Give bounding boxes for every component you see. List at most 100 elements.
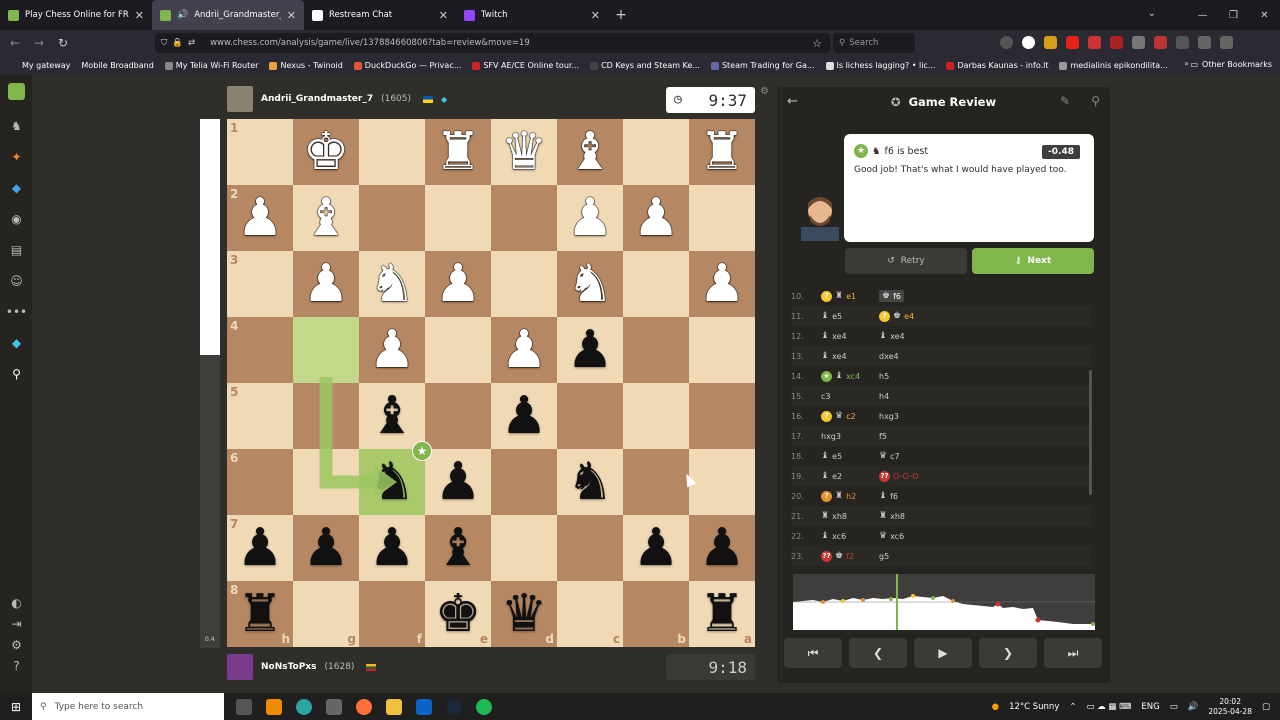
close-icon[interactable]: ✕ [439,9,448,22]
analysis-search-icon[interactable]: ⚲ [1091,94,1100,108]
watch-icon[interactable]: ◉ [8,210,25,227]
board-square[interactable]: ♟ [425,251,491,317]
black-move[interactable]: ♛ c7 [879,451,900,461]
puzzles-icon[interactable]: ✦ [8,148,25,165]
previous-move-button[interactable]: ❮ [849,638,907,668]
black-pawn-icon[interactable]: ♟ [359,515,425,581]
black-queen-icon[interactable]: ♛ [491,581,557,647]
move-list-scrollbar[interactable] [1089,370,1092,495]
board-square[interactable]: ♜ [689,119,755,185]
first-move-button[interactable]: ⏮ [784,638,842,668]
black-move[interactable]: hxg3 [879,412,899,421]
social-icon[interactable]: ☺ [8,272,25,289]
white-move[interactable]: ♝ xe4 [821,351,847,361]
board-square[interactable]: 3 [227,251,293,317]
edge-icon[interactable] [296,698,312,715]
white-rook-icon[interactable]: ♜ [425,119,491,185]
more-icon[interactable]: ••• [6,303,27,320]
board-square[interactable]: ♞ [557,251,623,317]
next-move-button[interactable]: ❯ [979,638,1037,668]
browser-search-box[interactable]: ⚲ Search [833,33,915,53]
windows-start-icon[interactable]: ⊞ [0,700,32,714]
bookmark-item[interactable]: DuckDuckGo — Privac... [353,61,461,70]
board-square[interactable]: 5 [227,383,293,449]
black-move[interactable]: ♚ f6 [879,290,904,302]
board-square[interactable]: 2 ♟ [227,185,293,251]
white-move[interactable]: ?? ♚ f2 [821,550,854,562]
back-arrow-icon[interactable]: ← [787,94,798,109]
board-square[interactable]: ♟ [689,515,755,581]
player-name[interactable]: Andrii_Grandmaster_7 [261,94,373,104]
browser-tab-restream[interactable]: Restream Chat ✕ [304,0,456,30]
play-icon[interactable]: ♞ [8,117,25,134]
black-move[interactable]: ♜ xh8 [879,511,905,521]
black-move[interactable]: ? ♚ e4 [879,310,914,322]
board-square[interactable]: e ♚ [425,581,491,647]
board-square[interactable]: f [359,581,425,647]
white-bishop-icon[interactable]: ♝ [557,119,623,185]
board-square[interactable] [491,515,557,581]
board-square[interactable]: ♟ [491,383,557,449]
white-pawn-icon[interactable]: ♟ [425,251,491,317]
chess-logo-icon[interactable] [8,83,25,100]
extension-n-icon[interactable] [1022,36,1035,49]
white-bishop-icon[interactable]: ♝ [293,185,359,251]
black-knight-icon[interactable]: ♞ [557,449,623,515]
black-pawn-icon[interactable]: ♟ [491,383,557,449]
board-square[interactable] [359,185,425,251]
retry-button[interactable]: ↺ Retry [845,248,967,274]
play-button[interactable]: ▶ [914,638,972,668]
black-bishop-icon[interactable]: ♝ [425,515,491,581]
board-square[interactable] [689,449,755,515]
board-square[interactable]: ♝ [425,515,491,581]
pocket-icon[interactable] [1000,36,1013,49]
board-square[interactable]: ♟ [623,185,689,251]
board-square[interactable]: 4 [227,317,293,383]
board-square[interactable] [293,317,359,383]
lock-icon[interactable]: 🔒 [172,38,183,48]
board-square[interactable]: ♟ [557,317,623,383]
settings-gear-icon[interactable]: ⚙ [8,636,25,653]
board-square[interactable]: ♛ [491,119,557,185]
board-square[interactable] [623,449,689,515]
last-move-button[interactable]: ⏭ [1044,638,1102,668]
board-square[interactable] [491,449,557,515]
white-move[interactable]: ♝ e2 [821,471,842,481]
black-pawn-icon[interactable]: ♟ [425,449,491,515]
white-pawn-icon[interactable]: ♟ [359,317,425,383]
close-window-button[interactable]: ✕ [1249,0,1280,30]
white-queen-icon[interactable]: ♛ [491,119,557,185]
language-indicator[interactable]: ENG [1141,702,1159,712]
diamond-icon[interactable]: ◆ [8,334,25,351]
board-settings-gear-icon[interactable]: ⚙ [760,86,769,97]
network-icon[interactable]: ▭ [1170,702,1178,712]
black-move[interactable]: g5 [879,552,889,561]
white-move[interactable]: ★ ♝ xc4 [821,370,860,382]
reload-button[interactable]: ↻ [51,36,75,50]
board-square[interactable] [689,383,755,449]
black-move[interactable]: ♛ xc6 [879,531,904,541]
board-square[interactable]: ♟ [359,515,425,581]
board-square[interactable]: ♝ [359,383,425,449]
learn-icon[interactable]: ◆ [8,179,25,196]
board-square[interactable]: b [623,581,689,647]
white-pawn-icon[interactable]: ♟ [557,185,623,251]
black-move[interactable]: ♝ f6 [879,491,898,501]
weather-text[interactable]: 12°C Sunny [1009,702,1059,712]
white-pawn-icon[interactable]: ♟ [623,185,689,251]
back-button[interactable]: ← [3,36,27,50]
shield-icon[interactable]: ⛉ [161,38,167,48]
board-square[interactable]: c [557,581,623,647]
board-square[interactable]: ♟ [425,449,491,515]
other-bookmarks[interactable]: ▭ Other Bookmarks [1190,60,1272,69]
forward-button[interactable]: → [27,36,51,50]
browser-tab-twitch[interactable]: Twitch ✕ [456,0,608,30]
bookmark-star-icon[interactable]: ☆ [812,37,822,50]
notifications-icon[interactable]: ▢ [1262,702,1270,712]
evaluation-graph[interactable] [793,574,1095,630]
extension-face-icon[interactable] [1044,36,1057,49]
extensions-puzzle-icon[interactable] [1198,36,1211,49]
board-square[interactable] [425,383,491,449]
board-square[interactable]: 1 [227,119,293,185]
address-bar[interactable]: ⛉ 🔒 ⇄ www.chess.com/analysis/game/live/1… [155,33,830,53]
